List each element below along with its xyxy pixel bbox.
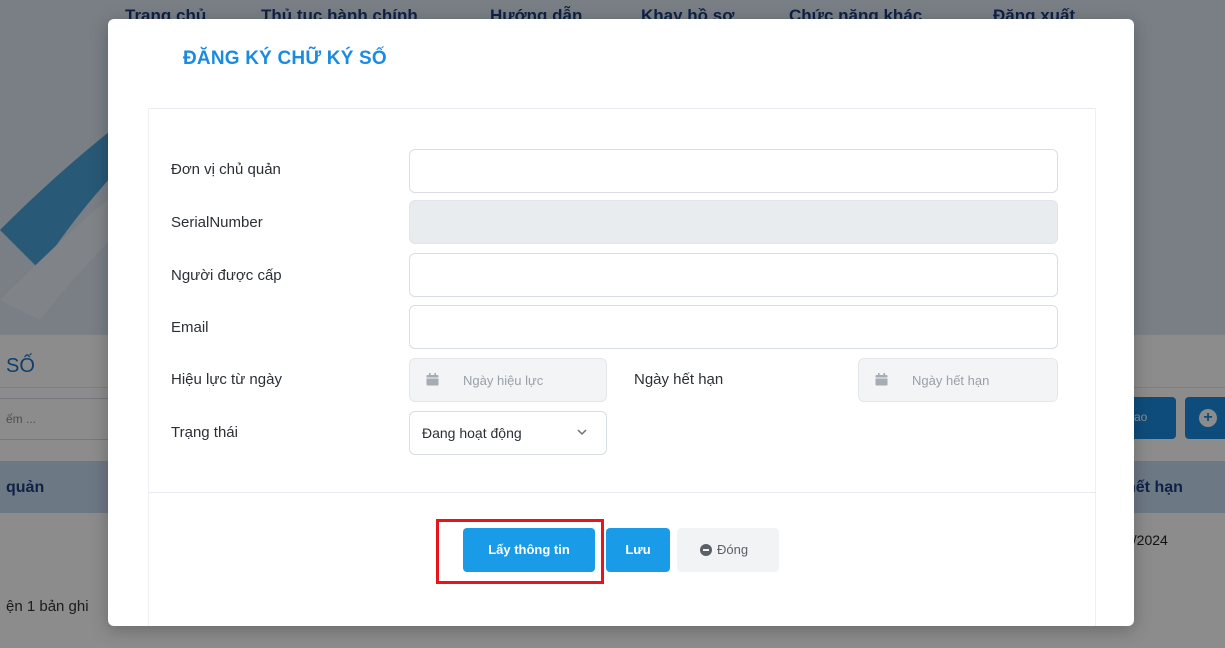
footer-divider: [148, 492, 1096, 493]
unit-label: Đơn vị chủ quản: [171, 161, 281, 178]
valid-from-label: Hiệu lực từ ngày: [171, 371, 282, 388]
serial-input: [409, 200, 1058, 244]
body-border-left: [148, 108, 149, 626]
expiry-placeholder: Ngày hết hạn: [912, 373, 990, 388]
valid-from-datepicker[interactable]: Ngày hiệu lực: [409, 358, 607, 402]
modal-title: ĐĂNG KÝ CHỮ KÝ SỐ: [183, 48, 387, 69]
highlight-box: [436, 519, 604, 584]
email-input[interactable]: [409, 305, 1058, 349]
expiry-label: Ngày hết hạn: [634, 371, 724, 388]
register-signature-modal: ĐĂNG KÝ CHỮ KÝ SỐ Đơn vị chủ quản Serial…: [108, 19, 1134, 626]
holder-label: Người được cấp: [171, 267, 282, 284]
minus-circle-icon: [700, 544, 712, 556]
unit-input[interactable]: [409, 149, 1058, 193]
save-label: Lưu: [625, 542, 651, 557]
chevron-down-icon: [577, 429, 587, 436]
email-label: Email: [171, 319, 209, 336]
expiry-datepicker[interactable]: Ngày hết hạn: [858, 358, 1058, 402]
calendar-icon: [875, 373, 888, 386]
calendar-icon: [426, 373, 439, 386]
status-label: Trạng thái: [171, 424, 238, 441]
serial-label: SerialNumber: [171, 214, 263, 231]
header-divider: [148, 108, 1096, 109]
status-selected-value: Đang hoạt động: [422, 425, 522, 441]
save-button[interactable]: Lưu: [606, 528, 670, 572]
valid-from-placeholder: Ngày hiệu lực: [463, 373, 544, 388]
status-select[interactable]: Đang hoạt động: [409, 411, 607, 455]
holder-input[interactable]: [409, 253, 1058, 297]
close-button[interactable]: Đóng: [677, 528, 779, 572]
body-border-right: [1095, 108, 1096, 626]
close-label: Đóng: [717, 542, 749, 557]
